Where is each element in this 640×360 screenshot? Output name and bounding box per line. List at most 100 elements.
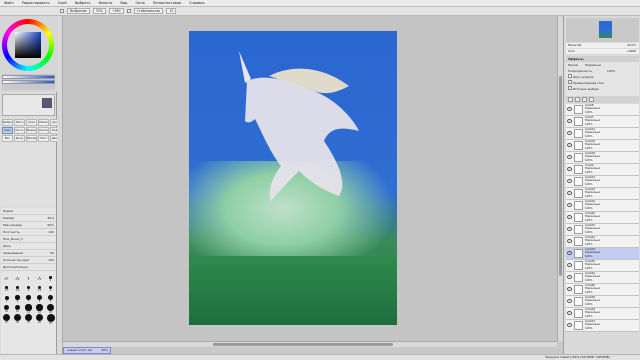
selection-source-checkbox[interactable] [568,86,572,90]
eye-icon[interactable] [567,263,572,267]
eye-icon[interactable] [567,287,572,291]
vertical-scroll-thumb[interactable] [559,76,562,276]
brush-size-preset[interactable]: 2 [49,276,52,282]
canvas-tab[interactable]: новый холст.sai 20% [63,347,111,354]
brush-size-preset[interactable]: 2.6 [16,286,19,292]
navigator-zoom-row[interactable]: Масштаб 20.0% [566,43,639,48]
layer-row[interactable]: Слой23 Нормально 100% [566,248,639,260]
selection-checkbox[interactable] [60,9,64,13]
brush-size-preset[interactable]: 10 [3,304,10,313]
brush-size-preset[interactable]: 8 [37,295,42,303]
eye-icon[interactable] [567,179,572,183]
menu-item[interactable]: Редактировать [18,0,54,7]
new-folder-icon[interactable] [575,97,580,102]
selection-source-row[interactable]: Источник выбора [566,86,639,92]
brush-size-preset[interactable]: 3.5 [38,285,41,292]
tool-button[interactable]: Лупа [26,119,37,126]
menu-item[interactable]: Вид [116,0,131,7]
zoom-field[interactable]: 33% [92,8,106,14]
brush-size-preset[interactable]: 5 [4,295,9,303]
brush-size-preset[interactable]: 4 [48,285,53,292]
protect-opacity-checkbox[interactable] [568,74,572,78]
layer-row[interactable]: Слой26 Нормально 100% [566,284,639,296]
layer-row[interactable]: Слой28 Нормально 100% [566,296,639,308]
navigator[interactable] [566,18,639,42]
layer-row[interactable]: Слой9 Нормально 100% [566,164,639,176]
angle-field[interactable]: +360 [108,8,124,14]
color-sliders[interactable] [2,74,55,90]
brush-property-row[interactable]: Мин размер 50% [1,222,56,229]
brush-size-preset[interactable]: 1.5 [38,276,41,281]
layer-row[interactable]: Слой13 Нормально 100% [566,176,639,188]
brush-property-row[interactable]: Количество цвет 100 [1,257,56,264]
brush-property-row[interactable]: Плотность 100 [1,229,56,236]
eye-icon[interactable] [567,119,572,123]
brush-size-preset[interactable]: 16 [36,304,43,314]
eye-icon[interactable] [567,167,572,171]
layer-row[interactable]: Слой16 Нормально 100% [566,200,639,212]
brush-size-preset[interactable]: 50 [46,313,55,325]
brush-size-preset[interactable]: 0.8 [16,276,19,281]
brush-size-preset[interactable]: 2.3 [5,286,8,292]
tool-button[interactable]: Лассо [14,119,25,126]
brush-property-row[interactable]: Норма [1,208,56,215]
eye-icon[interactable] [567,143,572,147]
brush-size-preset[interactable]: 3 [26,285,31,292]
brush-size-preset[interactable]: 7 [26,295,31,303]
eye-icon[interactable] [567,227,572,231]
tool-button[interactable]: Кисть [14,127,25,134]
layer-row[interactable]: Слой18 Нормально 100% [566,152,639,164]
menu-item[interactable]: Справка [185,0,208,7]
tool-button[interactable]: Ластик [38,127,49,134]
layer-row[interactable]: Слой20 Нормально 100% [566,212,639,224]
brush-size-preset[interactable]: 35 [24,313,33,324]
menu-item[interactable]: Окно [131,0,148,7]
menu-item[interactable]: Файл [0,0,18,7]
tool-button[interactable]: Перо [2,127,13,134]
layer-row[interactable]: Слой25 Нормально 100% [566,260,639,272]
menu-item[interactable]: Фильтр [95,0,117,7]
brush-size-preset[interactable]: 6 [15,295,20,303]
eye-icon[interactable] [567,155,572,159]
eye-icon[interactable] [567,251,572,255]
eye-icon[interactable] [567,131,572,135]
layer-row[interactable]: Слой27 Нормально 100% [566,320,639,332]
menu-item[interactable]: Слой [54,0,71,7]
brush-size-preset[interactable]: 20 [47,304,54,314]
layer-row[interactable]: Слой15 Нормально 100% [566,224,639,236]
layer-row[interactable]: Слой10 Нормально 100% [566,140,639,152]
horizontal-scroll-thumb[interactable] [213,343,393,346]
layer-row[interactable]: Слой29 Нормально 100% [566,308,639,320]
brush-size-preset[interactable]: 30 [13,313,22,324]
brush-size-preset[interactable]: 9 [47,294,54,303]
layer-row[interactable]: Слой14 Нормально 100% [566,128,639,140]
brush-property-row[interactable]: Дополнительно [1,264,56,271]
tool-button[interactable]: Маркер [26,127,37,134]
hue-slider[interactable] [2,75,55,79]
brush-size-preset[interactable]: 0.7 [5,277,8,281]
eye-icon[interactable] [567,215,572,219]
artwork-canvas[interactable] [189,31,397,325]
brush-property-row[interactable]: Смешивание 50 [1,250,56,257]
clip-checkbox[interactable] [568,80,572,84]
brush-size-preset[interactable]: 40 [35,313,44,324]
tool-button[interactable]: Blur [2,135,13,142]
menu-item[interactable]: Пенопластовая [149,0,185,7]
new-layer-icon[interactable] [568,97,573,102]
primary-color-swatch[interactable] [42,98,52,108]
brush-property-row[interactable]: Размер 30.0 [1,215,56,222]
eye-icon[interactable] [567,203,572,207]
merge-layer-icon[interactable] [582,97,587,102]
eye-icon[interactable] [567,239,572,243]
tool-button[interactable]: Blender [26,135,37,142]
layer-row[interactable]: Слой8 Нормально 100% [566,104,639,116]
navigator-angle-row[interactable]: Угол +0008 [566,49,639,54]
saturation-slider[interactable] [2,80,55,84]
eye-icon[interactable] [567,191,572,195]
brush-size-preset[interactable]: 1 [27,276,30,281]
eye-icon[interactable] [567,275,572,279]
color-wheel[interactable] [2,19,54,71]
eye-icon[interactable] [567,323,572,327]
layer-row[interactable]: Слой7 Нормально 100% [566,116,639,128]
menu-item[interactable]: Выбрать [71,0,95,7]
